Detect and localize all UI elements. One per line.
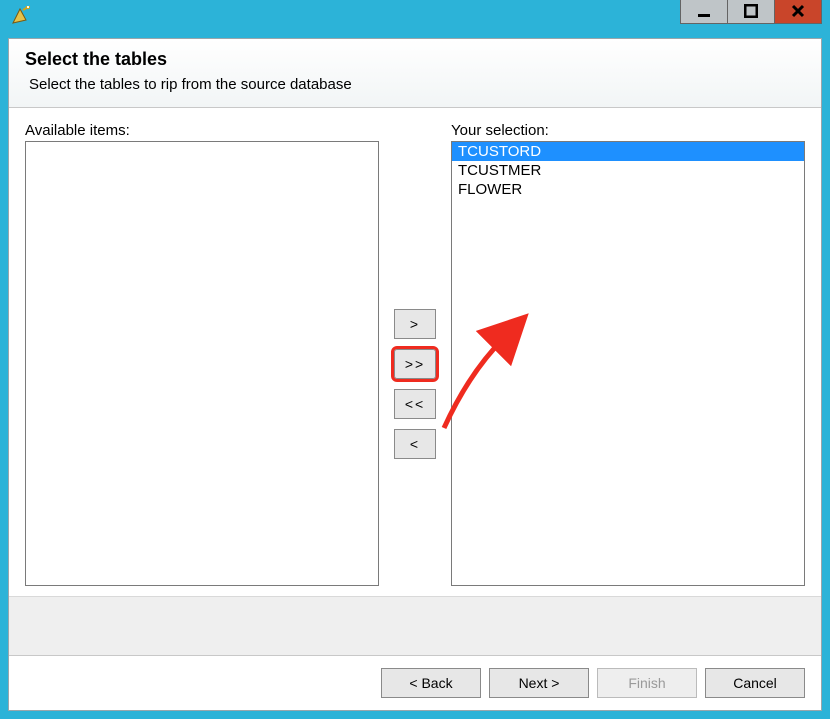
remove-button[interactable]: < [394,429,436,459]
selection-column: Your selection: TCUSTORDTCUSTMERFLOWER [451,122,805,586]
add-button[interactable]: > [394,309,436,339]
add-all-button[interactable]: >> [394,349,436,379]
list-item[interactable]: FLOWER [452,180,804,199]
list-item[interactable]: TCUSTORD [452,142,804,161]
minimize-button[interactable] [680,0,728,24]
available-column: Available items: [25,122,379,586]
app-icon [10,6,30,26]
available-listbox[interactable] [25,141,379,586]
remove-all-button[interactable]: << [394,389,436,419]
window-frame: Select the tables Select the tables to r… [0,0,830,719]
close-button[interactable] [774,0,822,24]
nav-button-bar: < Back Next > Finish Cancel [9,656,821,710]
move-button-column: > >> << < [379,122,451,586]
footer-spacer [9,596,821,656]
back-button[interactable]: < Back [381,668,481,698]
selection-label: Your selection: [451,122,805,139]
next-button[interactable]: Next > [489,668,589,698]
dialog-body: Available items: > >> << < Your selectio… [9,108,821,596]
page-subtitle: Select the tables to rip from the source… [29,76,805,93]
titlebar [8,0,822,38]
maximize-button[interactable] [727,0,775,24]
dialog-header: Select the tables Select the tables to r… [9,39,821,108]
selection-listbox[interactable]: TCUSTORDTCUSTMERFLOWER [451,141,805,586]
dialog-client: Select the tables Select the tables to r… [8,38,822,711]
window-controls [681,0,822,24]
list-item[interactable]: TCUSTMER [452,161,804,180]
page-title: Select the tables [25,49,805,70]
cancel-button[interactable]: Cancel [705,668,805,698]
available-label: Available items: [25,122,379,139]
finish-button: Finish [597,668,697,698]
